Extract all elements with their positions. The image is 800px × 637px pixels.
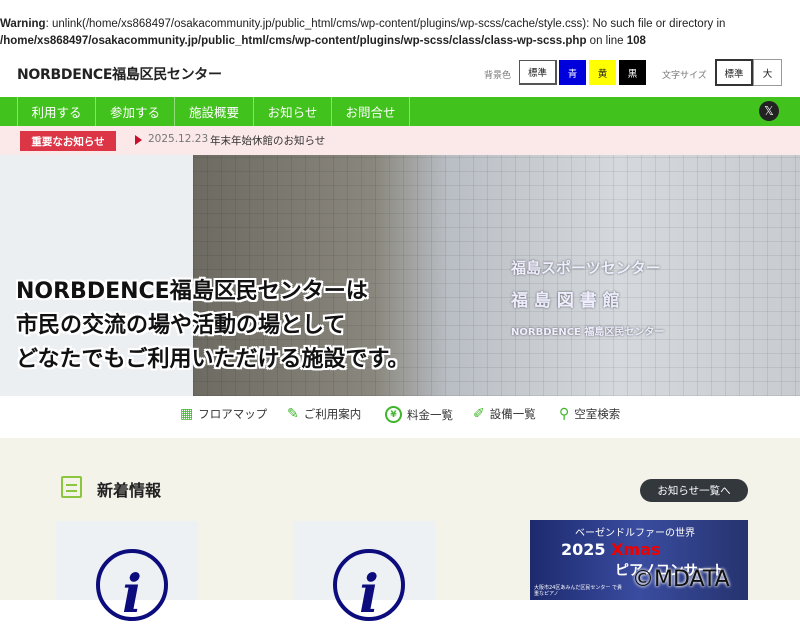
quick-links: ▦ フロアマップ ✎ ご利用案内 ¥ 料金一覧 ✐ 設備一覧 ⚲ 空室検索 xyxy=(0,406,800,426)
info-icon: i xyxy=(96,549,168,625)
bg-blue-button[interactable]: 青 xyxy=(559,60,586,85)
notice-date: 2025.12.23 xyxy=(148,133,209,145)
hero-caption: NORBDENCE福島区民センターは 市民の交流の場や活動の場として どなたでも… xyxy=(16,275,409,377)
quick-label: 空室検索 xyxy=(574,407,621,421)
sign-sports: 福島スポーツセンター xyxy=(511,259,661,277)
list-icon xyxy=(61,476,82,498)
building-icon: ▦ xyxy=(180,406,194,422)
quick-vacancy-search[interactable]: ⚲ 空室検索 xyxy=(559,406,620,422)
hero-banner: 福島スポーツセンター 福 島 図 書 館 NORBDENCE 福島区民センター … xyxy=(0,155,800,396)
quick-label: ご利用案内 xyxy=(303,407,362,421)
size-large-button[interactable]: 大 xyxy=(753,59,782,86)
poster-small-text: 大阪市24区あみんだ区民センター で貴重なピアノ xyxy=(534,585,622,597)
microphone-icon: ✐ xyxy=(473,406,485,422)
news-list-button[interactable]: お知らせ一覧へ xyxy=(640,479,748,502)
quick-label: 設備一覧 xyxy=(489,407,536,421)
x-twitter-icon[interactable]: 𝕏 xyxy=(759,101,779,121)
php-warning: Warning: unlink(/home/xs868497/osakacomm… xyxy=(0,16,725,50)
bg-color-label: 背景色 xyxy=(484,71,512,81)
quick-label: 料金一覧 xyxy=(407,407,453,422)
important-notice-badge[interactable]: 重要なお知らせ xyxy=(20,131,116,151)
sign-center: NORBDENCE 福島区民センター xyxy=(511,327,665,338)
news-title: 新着情報 xyxy=(97,481,162,500)
size-standard-button[interactable]: 標準 xyxy=(715,59,753,86)
quick-label: フロアマップ xyxy=(198,407,268,421)
nav-use[interactable]: 利用する xyxy=(17,97,95,126)
warning-message: : unlink(/home/xs868497/osakacommunity.j… xyxy=(45,18,726,30)
copyright-watermark: ©MDATA xyxy=(632,567,730,592)
warning-line: 108 xyxy=(626,35,646,47)
poster-title: ベーゼンドルファーの世界 xyxy=(575,528,695,539)
font-size-label: 文字サイズ xyxy=(662,71,707,81)
warning-path: /home/xs868497/osakacommunity.jp/public_… xyxy=(0,35,587,47)
important-notice-bar: 重要なお知らせ 2025.12.23 年末年始休館のお知らせ xyxy=(0,126,800,155)
quick-floor-map[interactable]: ▦ フロアマップ xyxy=(180,406,267,422)
news-card[interactable]: i xyxy=(293,521,435,625)
quick-equipment[interactable]: ✐ 設備一覧 xyxy=(473,406,536,422)
triangle-right-icon xyxy=(135,135,142,145)
pencil-icon: ✎ xyxy=(287,406,299,422)
poster-year: 2025 xyxy=(561,540,612,559)
site-title[interactable]: NORBDENCE福島区民センター xyxy=(17,64,222,84)
hero-line: 市民の交流の場や活動の場として xyxy=(16,313,346,338)
search-icon: ⚲ xyxy=(559,406,570,422)
nav-join[interactable]: 参加する xyxy=(95,97,174,126)
poster-xmas: Xmas xyxy=(611,540,661,559)
notice-link[interactable]: 年末年始休館のお知らせ xyxy=(210,133,325,148)
sign-library: 福 島 図 書 館 xyxy=(511,291,620,311)
quick-fees[interactable]: ¥ 料金一覧 xyxy=(385,406,453,423)
warning-label: Warning xyxy=(0,18,46,30)
hero-line: NORBDENCE福島区民センターは xyxy=(16,279,368,304)
main-nav: 利用する 参加する 施設概要 お知らせ お問合せ 𝕏 xyxy=(0,97,800,126)
news-card[interactable]: i xyxy=(56,521,198,625)
yen-icon: ¥ xyxy=(385,406,402,423)
quick-guide[interactable]: ✎ ご利用案内 xyxy=(287,406,361,422)
nav-contact[interactable]: お問合せ xyxy=(331,97,410,126)
nav-news[interactable]: お知らせ xyxy=(253,97,331,126)
warning-on-line: on line xyxy=(586,35,627,47)
nav-facility[interactable]: 施設概要 xyxy=(174,97,253,126)
bg-yellow-button[interactable]: 黄 xyxy=(589,60,616,85)
info-icon: i xyxy=(333,549,405,625)
bg-black-button[interactable]: 黒 xyxy=(619,60,646,85)
bg-standard-button[interactable]: 標準 xyxy=(519,60,557,85)
hero-line: どなたでもご利用いただける施設です。 xyxy=(16,347,410,372)
poster-headline: 2025 Xmas xyxy=(561,540,660,559)
